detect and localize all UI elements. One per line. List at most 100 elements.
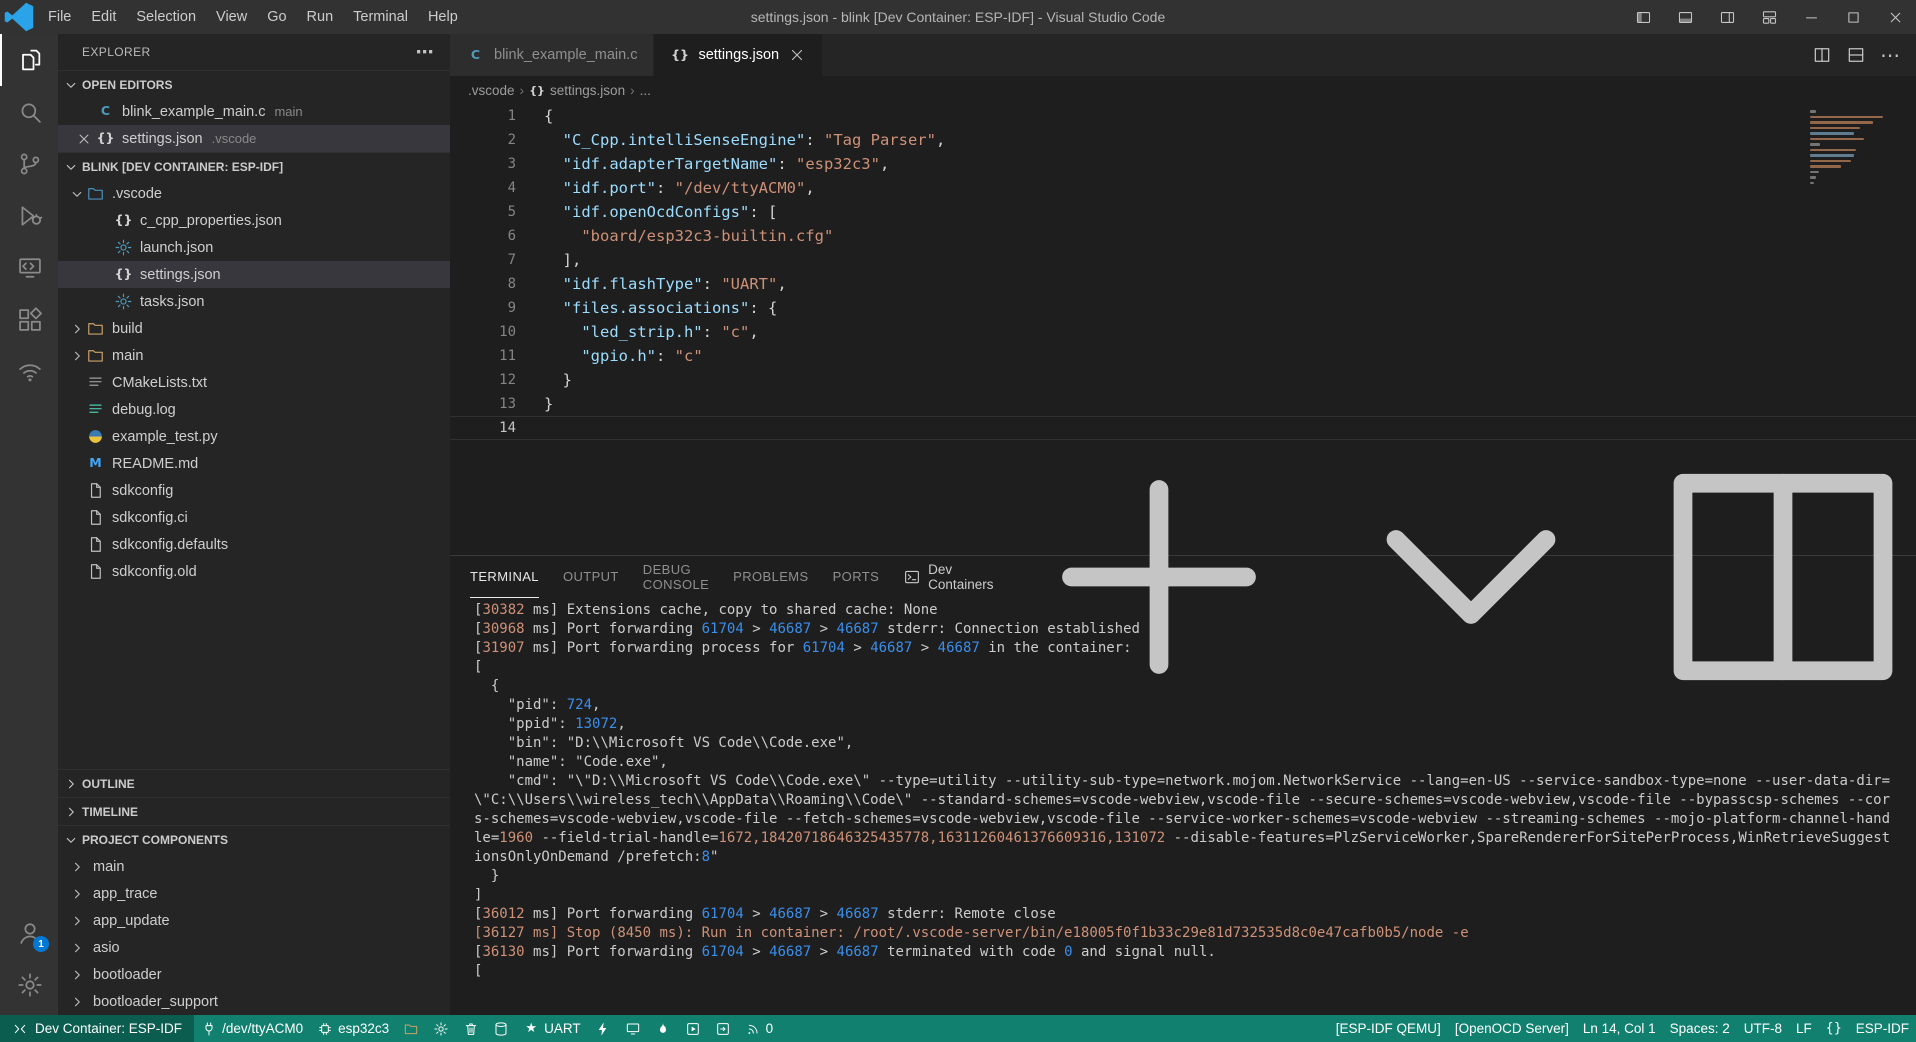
menu-run[interactable]: Run	[297, 0, 344, 34]
tree-file[interactable]: sdkconfig.ci	[58, 504, 450, 531]
component-item[interactable]: bootloader_support	[58, 988, 450, 1015]
status-item--esp-idf-qemu-[interactable]: [ESP-IDF QEMU]	[1329, 1015, 1448, 1042]
tree-file[interactable]: debug.log	[58, 396, 450, 423]
panel-tab-ports[interactable]: PORTS	[833, 556, 880, 598]
code-token: }	[544, 395, 553, 413]
status-item-esp-idf[interactable]: ESP-IDF	[1849, 1015, 1916, 1042]
menu-file[interactable]: File	[38, 0, 81, 34]
window-maximize-button[interactable]	[1832, 0, 1874, 34]
status-item-0[interactable]: 0	[738, 1015, 781, 1042]
tree-folder[interactable]: .vscode	[58, 180, 450, 207]
activity-extensions[interactable]	[0, 294, 58, 346]
tree-folder[interactable]: main	[58, 342, 450, 369]
activity-remote-explorer[interactable]	[0, 242, 58, 294]
section-open-editors[interactable]: OPEN EDITORS	[58, 70, 450, 98]
terminal-output[interactable]: [30382 ms] Extensions cache, copy to sha…	[450, 598, 1916, 1015]
tree-file[interactable]: example_test.py	[58, 423, 450, 450]
status-item-folder[interactable]	[396, 1015, 426, 1042]
layout-left-button[interactable]	[1622, 0, 1664, 34]
menu-terminal[interactable]: Terminal	[343, 0, 418, 34]
tree-file[interactable]: sdkconfig.defaults	[58, 531, 450, 558]
menu-help[interactable]: Help	[418, 0, 468, 34]
component-item[interactable]: bootloader	[58, 961, 450, 988]
status-item-esp32c3[interactable]: esp32c3	[310, 1015, 396, 1042]
activity-manage[interactable]	[0, 959, 58, 1011]
tab-settings.json[interactable]: {}settings.json	[654, 34, 823, 76]
tree-file[interactable]: tasks.json	[58, 288, 450, 315]
window-minimize-button[interactable]	[1790, 0, 1832, 34]
breadcrumb-item[interactable]: ...	[640, 83, 651, 98]
section-workspace[interactable]: BLINK [DEV CONTAINER: ESP-IDF]	[58, 152, 450, 180]
code-token: :	[703, 275, 722, 293]
section-outline[interactable]: OUTLINE	[58, 769, 450, 797]
status-item--dev-ttyacm0[interactable]: /dev/ttyACM0	[194, 1015, 310, 1042]
remote-indicator[interactable]: Dev Container: ESP-IDF	[0, 1015, 194, 1042]
activity-search[interactable]	[0, 86, 58, 138]
tree-file[interactable]: CMakeLists.txt	[58, 369, 450, 396]
status-item-zap[interactable]	[588, 1015, 618, 1042]
tree-folder[interactable]: build	[58, 315, 450, 342]
layout-two-icon[interactable]	[1846, 45, 1866, 65]
panel-tab-output[interactable]: OUTPUT	[563, 556, 619, 598]
menu-selection[interactable]: Selection	[126, 0, 206, 34]
activity-accounts[interactable]: 1	[0, 907, 58, 959]
status-item-box-arrow[interactable]	[708, 1015, 738, 1042]
split-editor-icon[interactable]	[1812, 45, 1832, 65]
activity-esp-idf[interactable]	[0, 346, 58, 398]
panel-tab-debug-console[interactable]: DEBUG CONSOLE	[643, 556, 709, 598]
code-editor[interactable]: 1{2 "C_Cpp.intelliSenseEngine": "Tag Par…	[450, 104, 1916, 555]
tree-file[interactable]: MREADME.md	[58, 450, 450, 477]
breadcrumb-item[interactable]: .vscode	[468, 83, 515, 98]
component-item[interactable]: asio	[58, 934, 450, 961]
code-line: 5 "idf.openOcdConfigs": [	[450, 200, 1916, 224]
component-item[interactable]: app_update	[58, 907, 450, 934]
activity-explorer[interactable]	[0, 34, 58, 86]
tree-file[interactable]: {}settings.json	[58, 261, 450, 288]
section-timeline[interactable]: TIMELINE	[58, 797, 450, 825]
component-item[interactable]: app_trace	[58, 880, 450, 907]
terminal-profile-selector[interactable]: Dev Containers	[903, 562, 993, 592]
status-item-utf-8[interactable]: UTF-8	[1737, 1015, 1789, 1042]
component-item[interactable]: main	[58, 853, 450, 880]
status-item-trash[interactable]	[456, 1015, 486, 1042]
window-close-button[interactable]	[1874, 0, 1916, 34]
status-item-ln-14-col-1[interactable]: Ln 14, Col 1	[1576, 1015, 1663, 1042]
section-project-components[interactable]: PROJECT COMPONENTS	[58, 825, 450, 853]
more-icon[interactable]: ⋯	[1880, 45, 1900, 65]
explorer-more-actions-icon[interactable]: ⋯	[416, 42, 434, 63]
code-token: :	[656, 347, 675, 365]
terminal-text: 36127	[482, 925, 524, 941]
status-item-debug-play[interactable]	[678, 1015, 708, 1042]
close-icon[interactable]	[788, 46, 806, 64]
layout-bottom-button[interactable]	[1664, 0, 1706, 34]
tree-file[interactable]: sdkconfig.old	[58, 558, 450, 585]
status-item-uart[interactable]: ★UART	[516, 1015, 588, 1042]
status-item-lf[interactable]: LF	[1789, 1015, 1819, 1042]
tree-file[interactable]: sdkconfig	[58, 477, 450, 504]
menu-view[interactable]: View	[206, 0, 257, 34]
status-item-gear[interactable]	[426, 1015, 456, 1042]
status-item-database[interactable]	[486, 1015, 516, 1042]
activity-run-and-debug[interactable]	[0, 190, 58, 242]
open-editor-item[interactable]: {}settings.json.vscode	[58, 125, 450, 152]
tree-file[interactable]: {}c_cpp_properties.json	[58, 207, 450, 234]
activity-source-control[interactable]	[0, 138, 58, 190]
layout-grid-button[interactable]	[1748, 0, 1790, 34]
menu-go[interactable]: Go	[257, 0, 296, 34]
status-item-spaces-2[interactable]: Spaces: 2	[1663, 1015, 1737, 1042]
panel-tab-terminal[interactable]: TERMINAL	[470, 556, 539, 598]
terminal-text: >	[811, 906, 836, 922]
status-item-flame[interactable]	[648, 1015, 678, 1042]
tree-file[interactable]: launch.json	[58, 234, 450, 261]
layout-right-button[interactable]	[1706, 0, 1748, 34]
status-item--openocd-server-[interactable]: [OpenOCD Server]	[1448, 1015, 1576, 1042]
open-editor-item[interactable]: Cblink_example_main.cmain	[58, 98, 450, 125]
tab-blink_example_main.c[interactable]: Cblink_example_main.c	[450, 34, 654, 76]
panel-tab-problems[interactable]: PROBLEMS	[733, 556, 808, 598]
breadcrumb-item[interactable]: {}settings.json	[529, 82, 625, 98]
menu-edit[interactable]: Edit	[81, 0, 126, 34]
close-icon[interactable]	[76, 131, 92, 147]
status-item-monitor[interactable]	[618, 1015, 648, 1042]
minimap[interactable]	[1810, 110, 1900, 187]
status-item-braces-sb[interactable]: {}	[1819, 1015, 1849, 1042]
